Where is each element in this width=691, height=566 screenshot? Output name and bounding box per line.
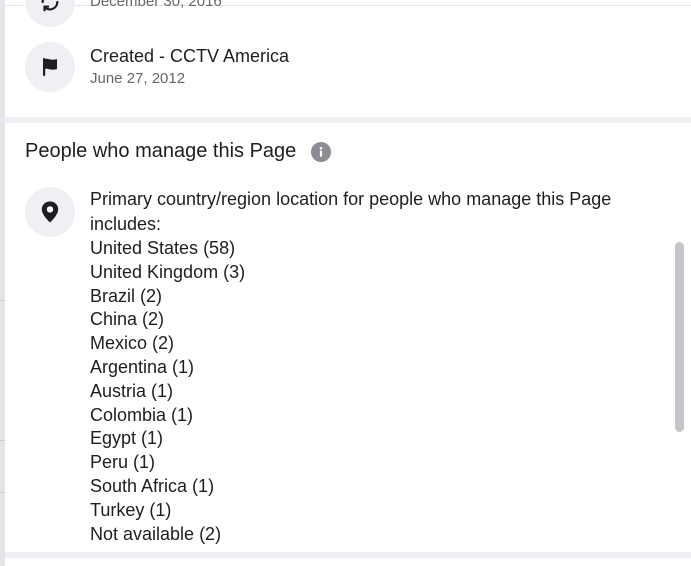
country-list: United States (58) United Kingdom (3) Br…	[90, 237, 670, 546]
history-item-date: December 30, 2016	[90, 0, 222, 10]
flag-icon	[25, 42, 75, 92]
list-item: Peru (1)	[90, 452, 156, 473]
history-item: Created - CCTV America June 27, 2012	[25, 42, 289, 92]
location-pin-icon	[25, 187, 75, 237]
refresh-icon	[25, 0, 75, 27]
history-item: December 30, 2016	[25, 0, 222, 27]
page-transparency-dialog: December 30, 2016 Created - CCTV America…	[5, 0, 691, 566]
list-item: Turkey (1)	[90, 499, 172, 520]
list-item: Argentina (1)	[90, 356, 195, 377]
section-divider	[5, 117, 691, 123]
list-item: United Kingdom (3)	[90, 261, 246, 282]
list-item: South Africa (1)	[90, 475, 215, 496]
section-title: People who manage this Page	[25, 140, 297, 162]
info-icon[interactable]	[311, 141, 332, 162]
manager-location-block: Primary country/region location for peop…	[25, 187, 670, 546]
list-item: Egypt (1)	[90, 428, 164, 449]
scrollbar[interactable]	[675, 242, 684, 432]
history-item-date: June 27, 2012	[90, 70, 186, 87]
list-item: Brazil (2)	[90, 285, 163, 306]
list-item: Mexico (2)	[90, 333, 175, 354]
history-item-title: Created - CCTV America	[90, 46, 290, 66]
location-description: Primary country/region location for peop…	[90, 189, 612, 234]
list-item: United States (58)	[90, 238, 236, 258]
list-item: China (2)	[90, 309, 165, 330]
list-item: Colombia (1)	[90, 404, 194, 425]
section-header: People who manage this Page	[25, 140, 332, 163]
section-divider	[5, 552, 691, 558]
list-item: Not available (2)	[90, 523, 222, 544]
list-item: Austria (1)	[90, 380, 174, 401]
